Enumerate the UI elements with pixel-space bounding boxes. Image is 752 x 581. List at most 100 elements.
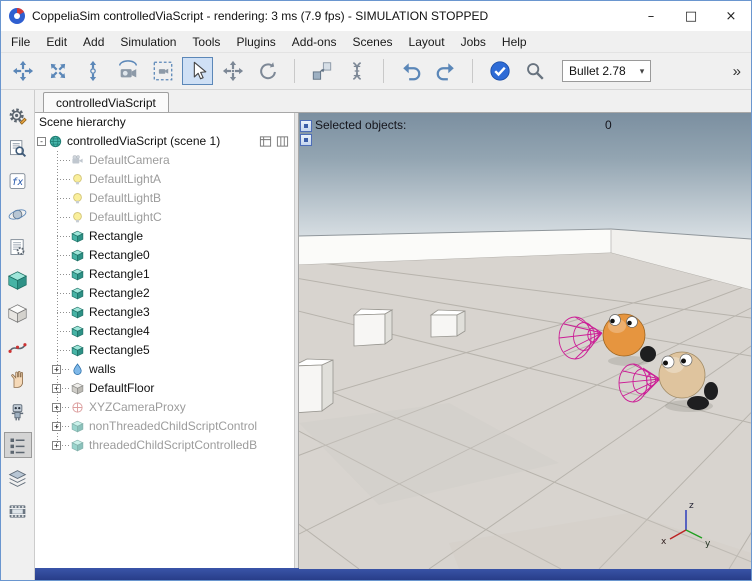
camera-zoom-icon [89, 60, 96, 82]
assemble-icon [312, 62, 331, 80]
tree-item-walls[interactable]: +walls [35, 360, 294, 379]
hierarchy-list-view-icon[interactable] [259, 135, 272, 148]
scripts-button[interactable]: fx [4, 168, 32, 194]
redo-button[interactable] [430, 57, 461, 85]
tree-item-label: walls [89, 362, 116, 376]
object-rotate-button[interactable] [252, 57, 283, 85]
side-toolbar: fx [1, 90, 35, 580]
toolbar-separator [383, 59, 384, 83]
view-selector-icon[interactable] [300, 134, 312, 146]
camera-pan-button[interactable] [7, 57, 38, 85]
hierarchy-column-view-icon[interactable] [276, 135, 289, 148]
engine-selector[interactable]: Bullet 2.78 ▾ [562, 60, 652, 82]
model-browser-icon [11, 403, 24, 420]
scene-hierarchy-toggle-button[interactable] [3, 432, 32, 458]
model-browser-button[interactable] [4, 399, 32, 425]
tree-connector [57, 217, 71, 218]
tree-root-row[interactable]: - controlledViaScript (scene 1) [35, 132, 294, 151]
maximize-button[interactable]: □ [671, 1, 711, 31]
menu-edit[interactable]: Edit [38, 32, 75, 52]
mesh-edit-button[interactable] [4, 300, 32, 326]
real-time-toggle-button[interactable] [484, 57, 515, 85]
toolbar-overflow-button[interactable]: » [727, 63, 747, 80]
camera-shift-icon [50, 63, 65, 79]
tree-root-expander[interactable]: - [37, 137, 46, 146]
tree-item-Rectangle0[interactable]: Rectangle0 [35, 246, 294, 265]
camera-shift-button[interactable] [42, 57, 73, 85]
fit-to-view-icon [153, 61, 172, 81]
tree-connector [57, 160, 71, 161]
tree-item-XYZCameraProxy[interactable]: +XYZCameraProxy [35, 398, 294, 417]
axis-x-label: x [661, 537, 667, 547]
menu-add[interactable]: Add [75, 32, 112, 52]
simulation-settings-button[interactable] [4, 102, 32, 128]
rotate-translate-button[interactable] [4, 201, 32, 227]
box-2 [429, 309, 466, 338]
scene-3d-render[interactable]: z x y [299, 113, 751, 569]
close-button[interactable]: × [711, 1, 751, 31]
svg-text:fx: fx [12, 177, 24, 188]
tree-item-label: Rectangle5 [89, 343, 150, 357]
tree-item-Rectangle1[interactable]: Rectangle1 [35, 265, 294, 284]
undo-icon [402, 63, 420, 81]
tree-item-label: Rectangle4 [89, 324, 150, 338]
object-properties-button[interactable] [4, 135, 32, 161]
transfer-dna-button[interactable] [341, 57, 372, 85]
tree-connector [57, 255, 71, 256]
tree-item-DefaultFloor[interactable]: +DefaultFloor [35, 379, 294, 398]
tree-item-DefaultLightC[interactable]: DefaultLightC [35, 208, 294, 227]
menu-help[interactable]: Help [494, 32, 535, 52]
find-button[interactable] [519, 57, 550, 85]
video-recorder-button[interactable] [4, 498, 32, 524]
layers-button[interactable] [4, 465, 32, 491]
viewport-3d[interactable]: z x y Selected objects: 0 [299, 113, 751, 569]
drop-icon [71, 363, 84, 376]
page-selector-icon[interactable] [300, 120, 312, 132]
minimize-button[interactable]: – [631, 1, 671, 31]
engine-selector-value: Bullet 2.78 [569, 64, 626, 78]
menu-simulation[interactable]: Simulation [112, 32, 184, 52]
tree-item-DefaultCamera[interactable]: DefaultCamera [35, 151, 294, 170]
tree-item-threadedChildScriptControlledB[interactable]: +threadedChildScriptControlledB [35, 436, 294, 455]
menu-layout[interactable]: Layout [401, 32, 453, 52]
light-icon [71, 211, 84, 224]
tree-item-Rectangle4[interactable]: Rectangle4 [35, 322, 294, 341]
tree-connector [62, 445, 71, 446]
menu-plugins[interactable]: Plugins [228, 32, 283, 52]
calculation-modules-button[interactable] [4, 234, 32, 260]
menu-jobs[interactable]: Jobs [453, 32, 494, 52]
menu-bar: File Edit Add Simulation Tools Plugins Add-ons… [1, 31, 751, 53]
video-recorder-icon [9, 504, 26, 518]
object-shift-button[interactable] [217, 57, 248, 85]
tab-controlledViaScript[interactable]: controlledViaScript [43, 92, 169, 112]
camera-zoom-button[interactable] [77, 57, 108, 85]
tree-item-Rectangle2[interactable]: Rectangle2 [35, 284, 294, 303]
tree-item-Rectangle[interactable]: Rectangle [35, 227, 294, 246]
menu-scenes[interactable]: Scenes [345, 32, 401, 52]
tree-item-Rectangle5[interactable]: Rectangle5 [35, 341, 294, 360]
tree-item-DefaultLightA[interactable]: DefaultLightA [35, 170, 294, 189]
tree-item-Rectangle3[interactable]: Rectangle3 [35, 303, 294, 322]
assemble-button[interactable] [306, 57, 337, 85]
tree-item-label: DefaultLightA [89, 172, 162, 186]
select-tool-button[interactable] [182, 57, 213, 85]
selection-mode-button[interactable] [4, 366, 32, 392]
robot-b-wheel-rear [704, 382, 718, 400]
tree-connector [57, 179, 71, 180]
dummy-icon [71, 401, 84, 414]
menu-tools[interactable]: Tools [184, 32, 228, 52]
tree-item-nonThreadedChildScriptControl[interactable]: +nonThreadedChildScriptControl [35, 417, 294, 436]
robot-a [602, 313, 646, 357]
tree-item-label: XYZCameraProxy [89, 400, 186, 414]
shape-edit-button[interactable] [4, 267, 32, 293]
simulation-settings-icon [9, 108, 27, 125]
menu-file[interactable]: File [3, 32, 38, 52]
fit-to-view-button[interactable] [147, 57, 178, 85]
camera-angle-icon [118, 60, 137, 78]
cube-icon [71, 344, 84, 357]
camera-angle-button[interactable] [112, 57, 143, 85]
menu-add-ons[interactable]: Add-ons [284, 32, 345, 52]
path-edit-button[interactable] [4, 333, 32, 359]
undo-button[interactable] [395, 57, 426, 85]
tree-item-DefaultLightB[interactable]: DefaultLightB [35, 189, 294, 208]
